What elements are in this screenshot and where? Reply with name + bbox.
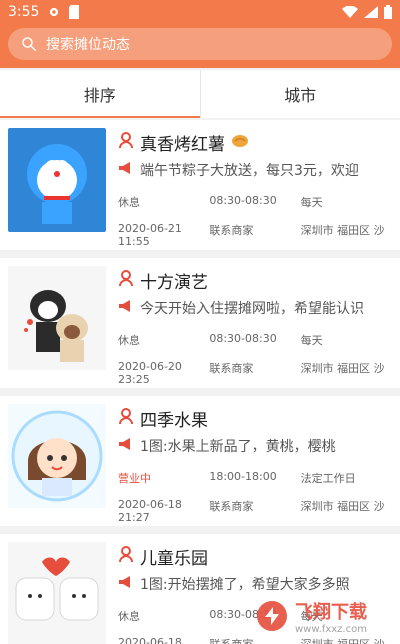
contact-link[interactable]: 联系商家 [209, 360, 300, 386]
battery-icon [384, 5, 392, 19]
megaphone-icon [118, 575, 134, 593]
list-item[interactable]: 十方演艺 今天开始入住摆摊网啦，希望能认识 休息 08:30-08:30 每天 … [0, 258, 400, 388]
stall-message: 端午节粽子大放送，每只3元，欢迎 [140, 163, 359, 179]
stall-location: 深圳市 福田区 沙 [300, 500, 385, 513]
girl-image [8, 404, 106, 508]
list-item[interactable]: 真香烤红薯 端午节粽子大放送，每只3元，欢迎 休息 08:30-08:30 每天… [0, 120, 400, 250]
stall-status: 营业中 [118, 472, 151, 485]
post-datetime: 2020-06-18 21:27 [118, 498, 182, 524]
search-bar: 搜索摊位动态 [0, 24, 400, 68]
stall-status: 休息 [118, 196, 140, 209]
watermark: 飞翔下载 www.fxxz.com [255, 590, 395, 642]
tab-sort-label: 排序 [83, 86, 116, 105]
user-icon [118, 132, 134, 153]
stall-title: 十方演艺 [140, 273, 208, 293]
search-input[interactable]: 搜索摊位动态 [8, 28, 392, 60]
tab-city-label: 城市 [284, 86, 317, 105]
stall-title: 真香烤红薯 [140, 135, 225, 155]
stall-status: 休息 [118, 610, 140, 623]
contact-link[interactable]: 联系商家 [209, 222, 300, 248]
stall-location: 深圳市 福田区 沙 [300, 362, 385, 375]
sd-card-icon [69, 5, 81, 19]
stall-days: 法定工作日 [300, 472, 356, 485]
stall-title: 儿童乐园 [140, 549, 208, 569]
doraemon-image [8, 128, 106, 232]
stall-status: 休息 [118, 334, 140, 347]
stall-location: 深圳市 福田区 沙 [300, 224, 385, 237]
post-datetime: 2020-06-18 19:25 [118, 636, 182, 644]
megaphone-icon [118, 299, 134, 317]
tab-city[interactable]: 城市 [199, 70, 400, 118]
watermark-title: 飞翔下载 [295, 601, 367, 623]
gear-icon [47, 5, 61, 19]
stall-hours: 08:30-08:30 [209, 194, 277, 207]
tab-sort[interactable]: 排序 [0, 70, 200, 118]
megaphone-icon [118, 437, 134, 455]
list-item[interactable]: 四季水果 1图:水果上新品了，黄桃，樱桃 营业中 18:00-18:00 法定工… [0, 396, 400, 526]
stall-days: 每天 [300, 196, 323, 209]
stall-list: 真香烤红薯 端午节粽子大放送，每只3元，欢迎 休息 08:30-08:30 每天… [0, 120, 400, 644]
status-time: 3:55 [8, 4, 40, 20]
user-icon [118, 408, 134, 429]
stall-message: 1图:水果上新品了，黄桃，樱桃 [140, 439, 336, 455]
user-icon [118, 270, 134, 291]
post-datetime: 2020-06-20 23:25 [118, 360, 182, 386]
megaphone-icon [118, 161, 134, 179]
watermark-logo-icon [257, 601, 287, 631]
dogs-image [8, 266, 106, 370]
stall-title: 四季水果 [140, 411, 208, 431]
sweet-potato-icon [231, 133, 249, 153]
wifi-icon [342, 6, 358, 18]
contact-link[interactable]: 联系商家 [209, 498, 300, 524]
signal-icon [364, 6, 378, 18]
stall-hours: 08:30-08:30 [209, 332, 277, 345]
stall-days: 每天 [300, 334, 323, 347]
marshmallow-image [8, 542, 106, 644]
watermark-url: www.fxxz.com [295, 623, 367, 635]
search-placeholder: 搜索摊位动态 [46, 37, 130, 53]
post-datetime: 2020-06-21 11:55 [118, 222, 182, 248]
stall-message: 今天开始入住摆摊网啦，希望能认识 [140, 301, 364, 317]
tabs: 排序 城市 [0, 70, 400, 118]
search-icon [22, 37, 37, 52]
stall-hours: 18:00-18:00 [209, 470, 277, 483]
user-icon [118, 546, 134, 567]
status-bar: 3:55 [0, 0, 400, 24]
